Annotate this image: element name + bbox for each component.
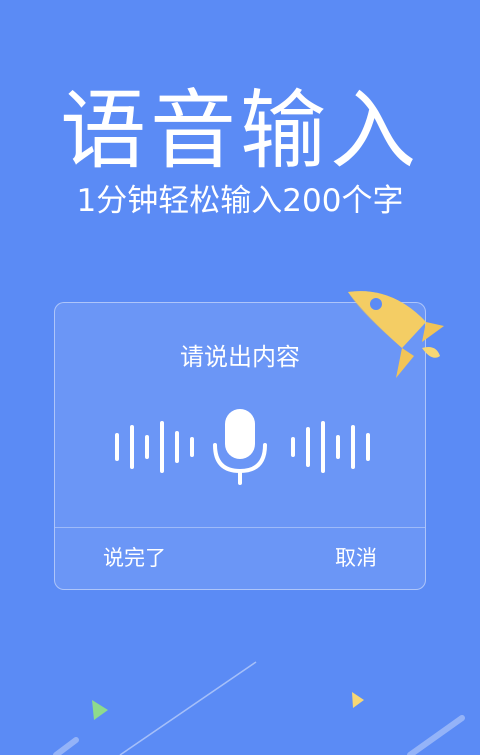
sound-wave-icon [115,421,194,473]
decorative-line [407,715,465,755]
page-title: 语音输入 [60,81,420,181]
yellow-triangle-icon [352,692,364,708]
green-triangle-icon [92,700,108,720]
cancel-button[interactable]: 取消 [335,548,377,569]
dialog-divider [55,527,425,528]
microphone-icon[interactable] [211,407,269,487]
decorative-line [53,737,79,755]
done-button[interactable]: 说完了 [103,548,166,569]
rocket-icon [348,291,444,378]
decorative-line [119,661,257,755]
page-subtitle: 1分钟轻松输入200个字 [76,183,404,219]
sound-wave-icon [291,421,370,473]
